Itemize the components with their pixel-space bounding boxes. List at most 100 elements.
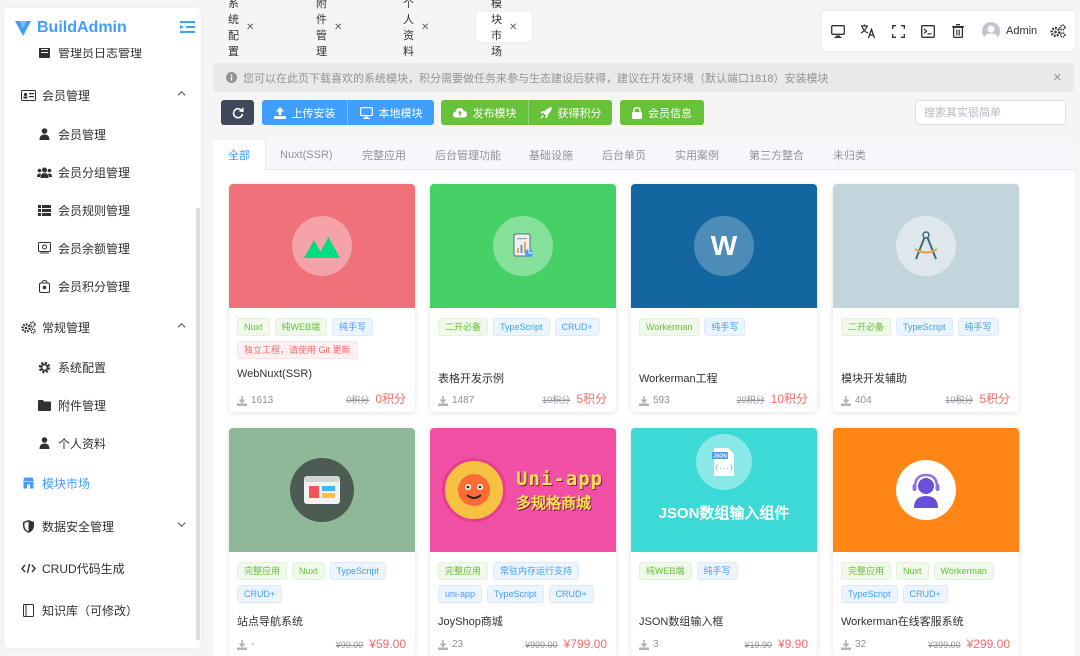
category-tab[interactable]: 实用案例: [660, 140, 734, 170]
sidebar-item-knowledge[interactable]: 知识库（可修改）: [4, 591, 201, 629]
original-price: 20积分: [736, 395, 765, 405]
close-icon[interactable]: ✕: [246, 22, 254, 33]
sidebar-item-label: 系统配置: [58, 360, 107, 375]
category-tab[interactable]: 第三方整合: [734, 140, 819, 170]
tag: CRUD+: [237, 585, 283, 603]
close-icon[interactable]: ✕: [1053, 71, 1062, 84]
module-card[interactable]: W Workerman 纯手写 Workerman工程 593 20积分 10积分: [631, 184, 817, 412]
module-card[interactable]: 二开必备 TypeScript CRUD+ 表格开发示例 1487 10积分 5积…: [430, 184, 616, 412]
refresh-button[interactable]: [221, 100, 254, 125]
close-icon[interactable]: ✕: [509, 22, 517, 33]
chevron-up-icon: [177, 90, 186, 96]
json-file-icon: JSON {...}: [696, 434, 752, 490]
category-tab[interactable]: 基础设施: [514, 140, 588, 170]
sidebar-item-member-points[interactable]: 会员积分管理: [4, 267, 201, 305]
cogs-icon: [20, 319, 36, 335]
username[interactable]: Admin: [1006, 25, 1037, 37]
module-card[interactable]: Uni-app 多规格商城 完整应用 常驻内存运行支持 uni-app Type…: [430, 428, 616, 656]
tag: Nuxt: [896, 562, 929, 580]
module-title: JoyShop商城: [438, 616, 503, 628]
module-title: WebNuxt(SSR): [237, 368, 312, 380]
search-input[interactable]: [915, 100, 1066, 125]
avatar[interactable]: [982, 22, 1000, 40]
sidebar-item-admin-log[interactable]: 管理员日志管理: [4, 48, 201, 71]
header-toolbar: Admin: [822, 11, 1075, 51]
code-icon: [20, 560, 36, 576]
current-price: 10积分: [770, 392, 808, 406]
translate-icon[interactable]: [860, 23, 876, 39]
tag: uni-app: [438, 585, 483, 603]
earn-points-button[interactable]: 获得积分: [528, 100, 612, 125]
module-title: 模块开发辅助: [841, 373, 907, 385]
users-icon: [36, 164, 52, 180]
category-tab[interactable]: 后台管理功能: [420, 140, 516, 170]
settings-icon[interactable]: [1050, 23, 1066, 39]
info-icon: [226, 72, 237, 83]
download-icon: [438, 639, 448, 650]
sidebar-item-label: 知识库（可修改）: [42, 603, 139, 618]
fullscreen-icon[interactable]: [890, 23, 906, 39]
lock-icon: [632, 106, 642, 119]
module-cover: [833, 428, 1019, 552]
tag-list: 二开必备 TypeScript CRUD+: [438, 318, 610, 336]
sidebar-item-module-market[interactable]: 模块市场: [4, 464, 201, 502]
module-title: Workerman在线客服系统: [841, 616, 964, 628]
support-icon: [896, 460, 956, 520]
sidebar-item-member-rule[interactable]: 会员规则管理: [4, 191, 201, 229]
tag: CRUD+: [548, 585, 594, 603]
terminal-icon[interactable]: [920, 23, 936, 39]
tab-attachment[interactable]: 附件管理 ✕: [301, 0, 357, 58]
member-info-button[interactable]: 会员信息: [620, 100, 704, 125]
sidebar-group-member[interactable]: 会员管理: [4, 76, 201, 114]
original-price: ¥999.00: [525, 640, 558, 650]
sidebar-item-member[interactable]: 会员管理: [4, 115, 201, 153]
original-price: ¥99.00: [335, 640, 364, 650]
tag: 完整应用: [841, 562, 892, 580]
module-card[interactable]: JSON {...} JSON数组输入组件 纯WEB端 纯手写 JSON数组输入框…: [631, 428, 817, 656]
category-tab[interactable]: Nuxt(SSR): [265, 140, 348, 170]
desktop-icon[interactable]: [830, 23, 846, 39]
chevron-down-icon: [177, 522, 186, 528]
money-icon: [36, 240, 52, 256]
tab-profile[interactable]: 个人资料 ✕: [388, 0, 444, 58]
category-tab[interactable]: 完整应用: [347, 140, 421, 170]
category-tab[interactable]: 未归类: [818, 140, 881, 170]
sidebar-group-routine[interactable]: 常规管理: [4, 308, 201, 346]
app-name: BuildAdmin: [37, 19, 127, 36]
trash-icon[interactable]: [950, 23, 966, 39]
tab-label: 个人资料: [403, 0, 414, 58]
module-price: ¥19.90 ¥9.90: [744, 637, 808, 651]
category-tab[interactable]: 全部: [213, 140, 266, 170]
close-icon[interactable]: ✕: [334, 22, 342, 33]
local-modules-button[interactable]: 本地模块: [347, 100, 434, 125]
sidebar-item-label: 会员规则管理: [58, 203, 131, 218]
tab-system-config[interactable]: 系统配置 ✕: [213, 0, 269, 58]
sidebar-item-label: 会员分组管理: [58, 165, 131, 180]
module-card[interactable]: 二开必备 TypeScript 纯手写 模块开发辅助 404 10积分 5积分: [833, 184, 1019, 412]
module-card[interactable]: 完整应用 Nuxt TypeScript CRUD+ 站点导航系统 - ¥99.…: [229, 428, 415, 656]
tab-module-market[interactable]: 模块市场 ✕: [476, 0, 533, 58]
module-card[interactable]: 完整应用 Nuxt Workerman TypeScript CRUD+ Wor…: [833, 428, 1019, 656]
tag: 常驻内存运行支持: [493, 562, 580, 580]
menu-fold-icon[interactable]: [180, 20, 195, 34]
browser-icon: [290, 458, 354, 522]
button-label: 获得积分: [557, 107, 602, 120]
module-cover: [229, 428, 415, 552]
sidebar-item-profile[interactable]: 个人资料: [4, 424, 201, 462]
publish-module-button[interactable]: 发布模块: [441, 100, 528, 125]
close-icon[interactable]: ✕: [421, 22, 429, 33]
sidebar-item-attachment[interactable]: 附件管理: [4, 386, 201, 424]
sidebar-item-crud[interactable]: CRUD代码生成: [4, 549, 201, 587]
category-tab[interactable]: 后台单页: [587, 140, 661, 170]
upload-install-button[interactable]: 上传安装: [262, 100, 347, 125]
sidebar-scrollbar[interactable]: [196, 208, 200, 640]
download-count: 3: [639, 639, 659, 650]
download-icon: [237, 395, 247, 406]
tag: 纯WEB端: [274, 318, 328, 336]
sidebar-group-data-security[interactable]: 数据安全管理: [4, 507, 201, 545]
module-card[interactable]: Nuxt 纯WEB端 纯手写 独立工程，请使用 Git 更新 WebNuxt(S…: [229, 184, 415, 412]
tag: TypeScript: [841, 585, 898, 603]
sidebar-item-member-balance[interactable]: 会员余额管理: [4, 229, 201, 267]
sidebar-item-system-config[interactable]: 系统配置: [4, 348, 201, 386]
sidebar-item-member-group[interactable]: 会员分组管理: [4, 153, 201, 191]
